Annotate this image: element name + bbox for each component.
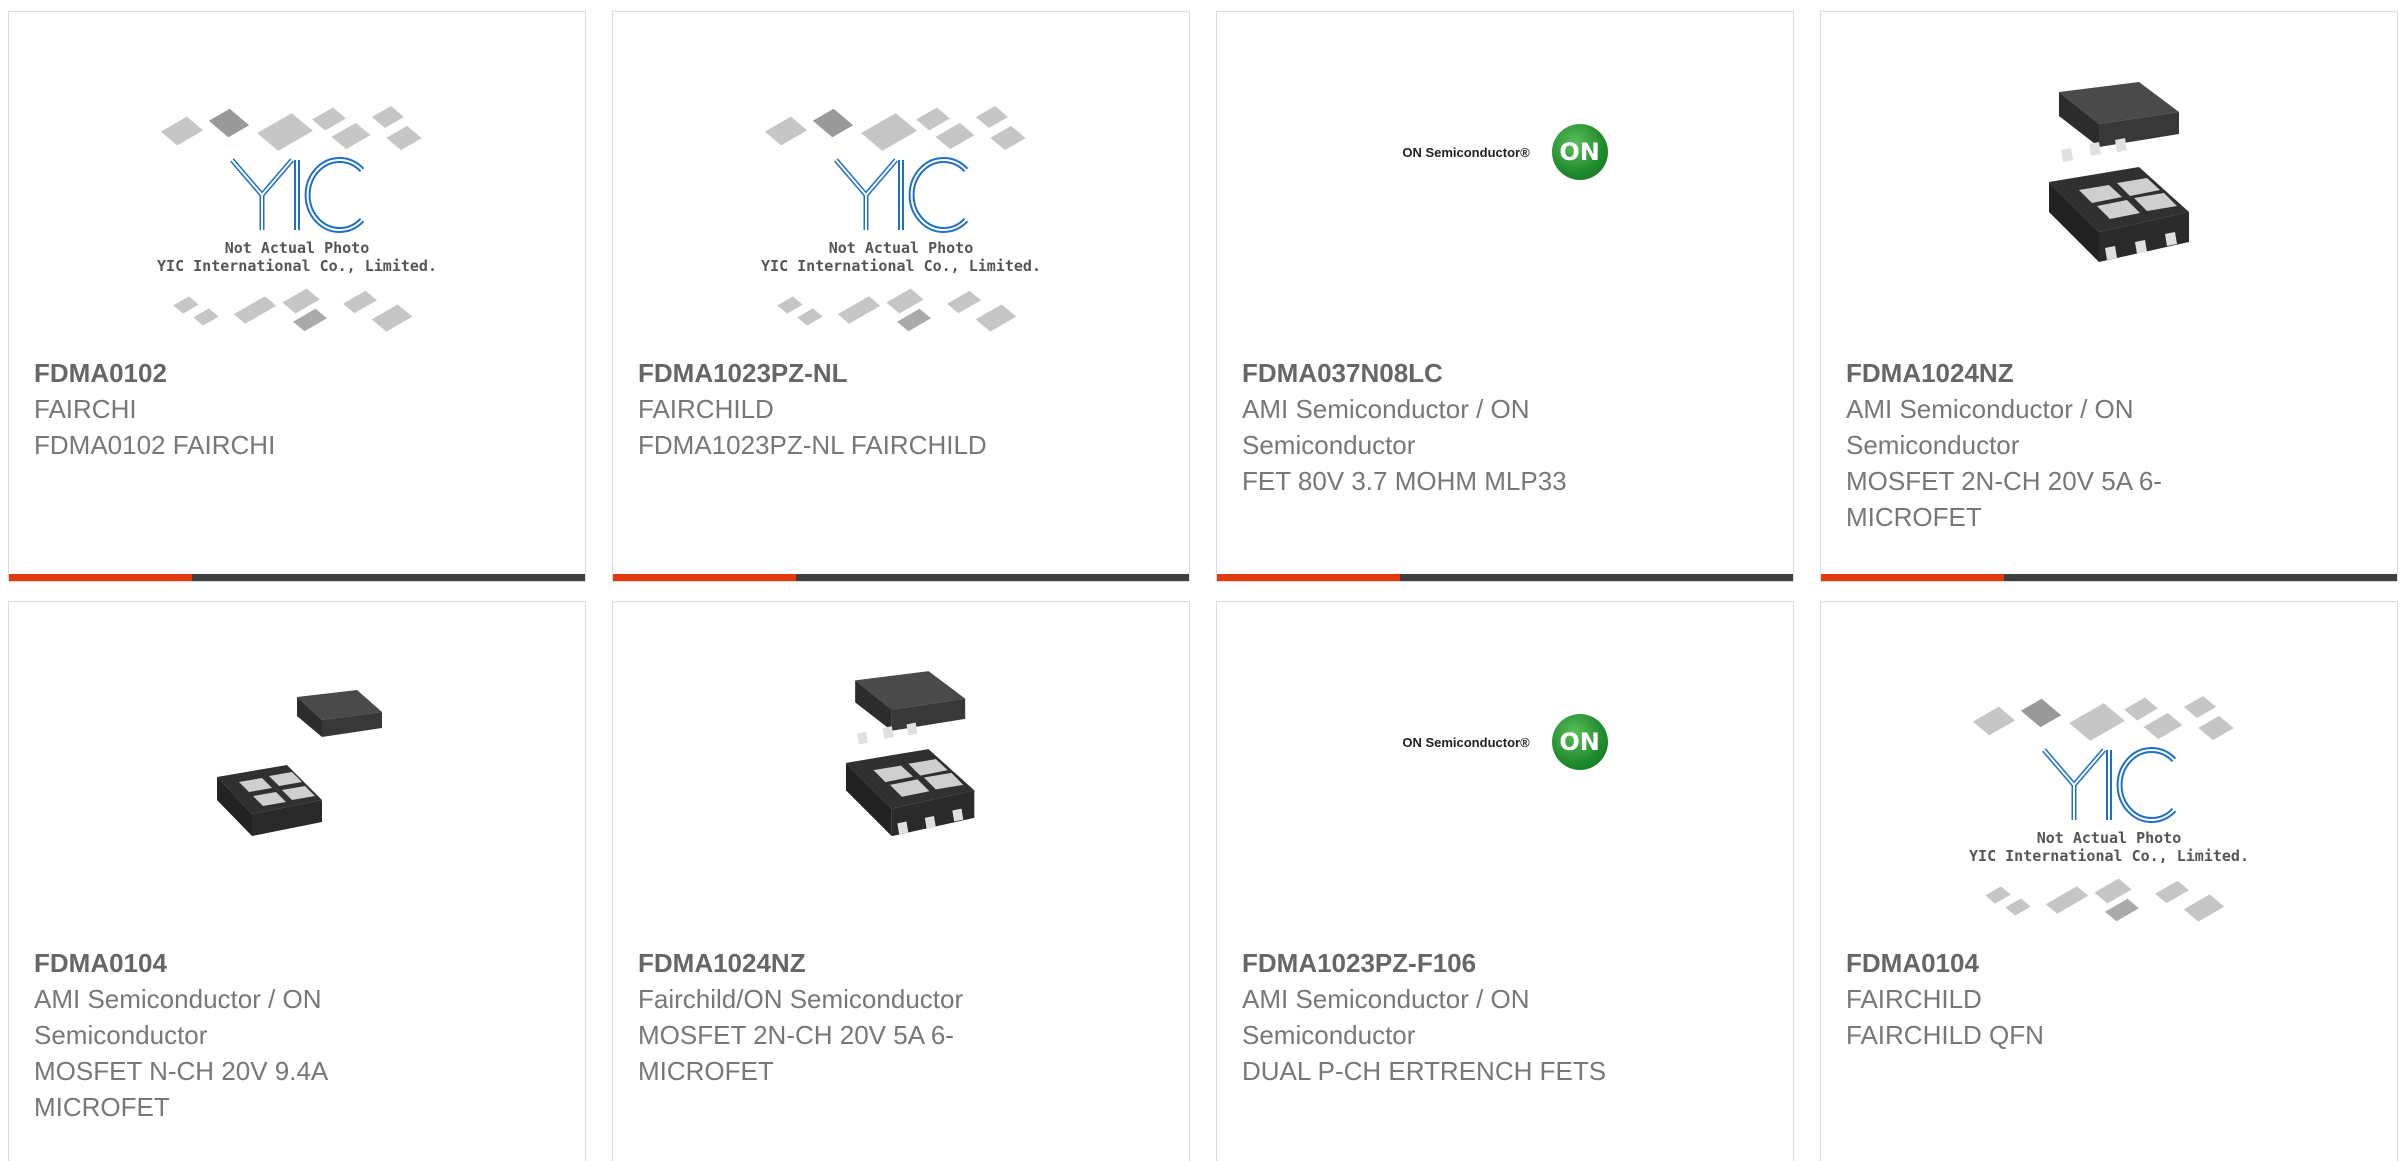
on-semiconductor-logo: ON Semiconductor® ON — [1402, 714, 1608, 770]
product-image[interactable]: Not Actual Photo YIC International Co., … — [613, 84, 1189, 354]
product-card[interactable]: FDMA1024NZ AMI Semiconductor / ON Semico… — [1820, 11, 2398, 582]
manufacturer: FAIRCHI — [34, 394, 137, 424]
product-info: FDMA1023PZ-F106 AMI Semiconductor / ON S… — [1242, 945, 1773, 1089]
description: FDMA1023PZ-NL FAIRCHILD — [638, 430, 987, 460]
product-info: FDMA037N08LC AMI Semiconductor / ON Semi… — [1242, 355, 1773, 499]
on-logo-icon: ON — [1551, 714, 1608, 770]
description: MOSFET 2N-CH 20V 5A 6-MICROFET — [1846, 466, 2162, 532]
manufacturer: AMI Semiconductor / ON Semiconductor — [1242, 394, 1530, 460]
on-semiconductor-logo: ON Semiconductor® ON — [1402, 124, 1608, 180]
part-number[interactable]: FDMA037N08LC — [1242, 355, 1773, 391]
manufacturer: Fairchild/ON Semiconductor — [638, 984, 964, 1014]
manufacturer: AMI Semiconductor / ON Semiconductor — [1242, 984, 1530, 1050]
card-accent-bar — [613, 574, 796, 581]
product-image[interactable]: ON Semiconductor® ON — [1217, 682, 1793, 802]
product-card[interactable]: Not Actual Photo YIC International Co., … — [1820, 601, 2398, 1161]
product-info: FDMA0104 FAIRCHILD FAIRCHILD QFN — [1846, 945, 2377, 1053]
product-info: FDMA0102 FAIRCHI FDMA0102 FAIRCHI — [34, 355, 565, 463]
placeholder-caption: Not Actual Photo YIC International Co., … — [157, 239, 437, 275]
product-card[interactable]: FDMA0104 AMI Semiconductor / ON Semicond… — [8, 601, 586, 1161]
product-card[interactable]: ON Semiconductor® ON FDMA037N08LC AMI Se… — [1216, 11, 1794, 582]
on-logo-icon: ON — [1551, 124, 1608, 180]
description: MOSFET N-CH 20V 9.4A MICROFET — [34, 1056, 327, 1122]
product-card[interactable]: Not Actual Photo YIC International Co., … — [612, 11, 1190, 582]
product-image[interactable] — [1821, 72, 2397, 312]
product-info: FDMA1024NZ Fairchild/ON Semiconductor MO… — [638, 945, 1169, 1089]
microfet-package-icon — [2049, 82, 2189, 262]
not-actual-photo-image: Not Actual Photo YIC International Co., … — [1959, 679, 2259, 939]
part-number[interactable]: FDMA0102 — [34, 355, 565, 391]
product-image[interactable]: Not Actual Photo YIC International Co., … — [9, 84, 585, 354]
part-number[interactable]: FDMA1024NZ — [1846, 355, 2377, 391]
description: FAIRCHILD QFN — [1846, 1020, 2044, 1050]
product-info: FDMA0104 AMI Semiconductor / ON Semicond… — [34, 945, 565, 1125]
product-grid: Not Actual Photo YIC International Co., … — [0, 0, 2400, 1161]
yic-logo-icon — [2042, 747, 2177, 823]
placeholder-caption: Not Actual Photo YIC International Co., … — [1969, 829, 2249, 865]
part-number[interactable]: FDMA1024NZ — [638, 945, 1169, 981]
placeholder-caption: Not Actual Photo YIC International Co., … — [761, 239, 1041, 275]
part-number[interactable]: FDMA0104 — [34, 945, 565, 981]
manufacturer: FAIRCHILD — [638, 394, 774, 424]
description: MOSFET 2N-CH 20V 5A 6-MICROFET — [638, 1020, 954, 1086]
card-accent-bar — [1217, 574, 1400, 581]
manufacturer: FAIRCHILD — [1846, 984, 1982, 1014]
product-card[interactable]: FDMA1024NZ Fairchild/ON Semiconductor MO… — [612, 601, 1190, 1161]
card-accent-bar — [1821, 574, 2004, 581]
description: FET 80V 3.7 MOHM MLP33 — [1242, 466, 1567, 496]
not-actual-photo-image: Not Actual Photo YIC International Co., … — [147, 89, 447, 349]
product-info: FDMA1024NZ AMI Semiconductor / ON Semico… — [1846, 355, 2377, 535]
microfet-package-icon — [217, 690, 382, 836]
description: FDMA0102 FAIRCHI — [34, 430, 276, 460]
product-image[interactable] — [613, 662, 1189, 882]
card-bottom-bar — [1217, 574, 1793, 581]
part-number[interactable]: FDMA1023PZ-F106 — [1242, 945, 1773, 981]
description: DUAL P-CH ERTRENCH FETS — [1242, 1056, 1607, 1086]
product-card[interactable]: Not Actual Photo YIC International Co., … — [8, 11, 586, 582]
part-number[interactable]: FDMA1023PZ-NL — [638, 355, 1169, 391]
yic-logo-icon — [834, 157, 969, 233]
product-info: FDMA1023PZ-NL FAIRCHILD FDMA1023PZ-NL FA… — [638, 355, 1169, 463]
card-bottom-bar — [9, 574, 585, 581]
microfet-package-icon — [846, 671, 975, 837]
card-bottom-bar — [613, 574, 1189, 581]
product-image[interactable]: Not Actual Photo YIC International Co., … — [1821, 674, 2397, 944]
part-number[interactable]: FDMA0104 — [1846, 945, 2377, 981]
product-card[interactable]: ON Semiconductor® ON FDMA1023PZ-F106 AMI… — [1216, 601, 1794, 1161]
yic-logo-icon — [230, 157, 365, 233]
not-actual-photo-image: Not Actual Photo YIC International Co., … — [751, 89, 1051, 349]
product-image[interactable]: ON Semiconductor® ON — [1217, 92, 1793, 212]
product-image[interactable] — [9, 672, 585, 872]
manufacturer: AMI Semiconductor / ON Semiconductor — [1846, 394, 2134, 460]
card-bottom-bar — [1821, 574, 2397, 581]
manufacturer: AMI Semiconductor / ON Semiconductor — [34, 984, 322, 1050]
card-accent-bar — [9, 574, 192, 581]
